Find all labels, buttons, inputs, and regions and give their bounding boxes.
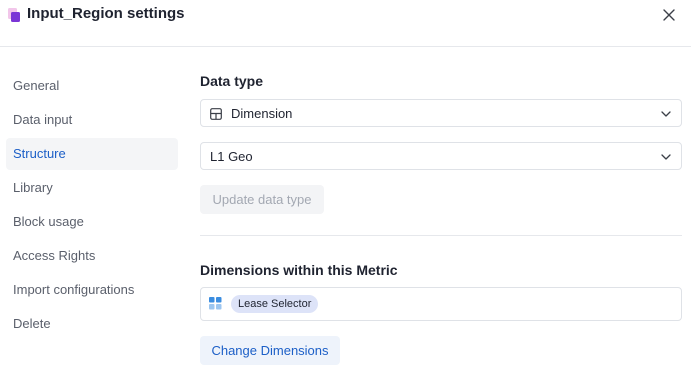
dimension-value: L1 Geo <box>210 149 253 164</box>
dimensions-field[interactable]: Lease Selector <box>200 287 682 321</box>
dialog-title: Input_Region settings <box>27 5 185 22</box>
sidebar-item-access-rights[interactable]: Access Rights <box>6 240 178 272</box>
sidebar-item-data-input[interactable]: Data input <box>6 104 178 136</box>
sidebar-item-delete[interactable]: Delete <box>6 308 178 340</box>
dimensions-heading: Dimensions within this Metric <box>200 262 398 278</box>
update-data-type-button[interactable]: Update data type <box>200 185 324 214</box>
data-type-heading: Data type <box>200 73 264 89</box>
sidebar-item-import-configurations[interactable]: Import configurations <box>6 274 178 306</box>
grid-icon <box>209 297 222 310</box>
sidebar-item-general[interactable]: General <box>6 70 178 102</box>
section-divider <box>200 235 682 236</box>
data-type-select[interactable]: Dimension <box>200 99 682 127</box>
block-icon <box>8 8 20 22</box>
sidebar-item-library[interactable]: Library <box>6 172 178 204</box>
dimension-select[interactable]: L1 Geo <box>200 142 682 170</box>
sidebar-item-block-usage[interactable]: Block usage <box>6 206 178 238</box>
structure-panel: Data type Dimension L1 Geo Update data t… <box>200 0 682 377</box>
change-dimensions-button[interactable]: Change Dimensions <box>200 336 340 365</box>
dimension-chip[interactable]: Lease Selector <box>231 295 319 313</box>
settings-dialog: Input_Region settings General Data input… <box>0 0 691 377</box>
chevron-down-icon <box>661 154 671 160</box>
table-icon <box>210 108 222 120</box>
data-type-value: Dimension <box>231 106 293 121</box>
chevron-down-icon <box>661 111 671 117</box>
sidebar-item-structure[interactable]: Structure <box>6 138 178 170</box>
